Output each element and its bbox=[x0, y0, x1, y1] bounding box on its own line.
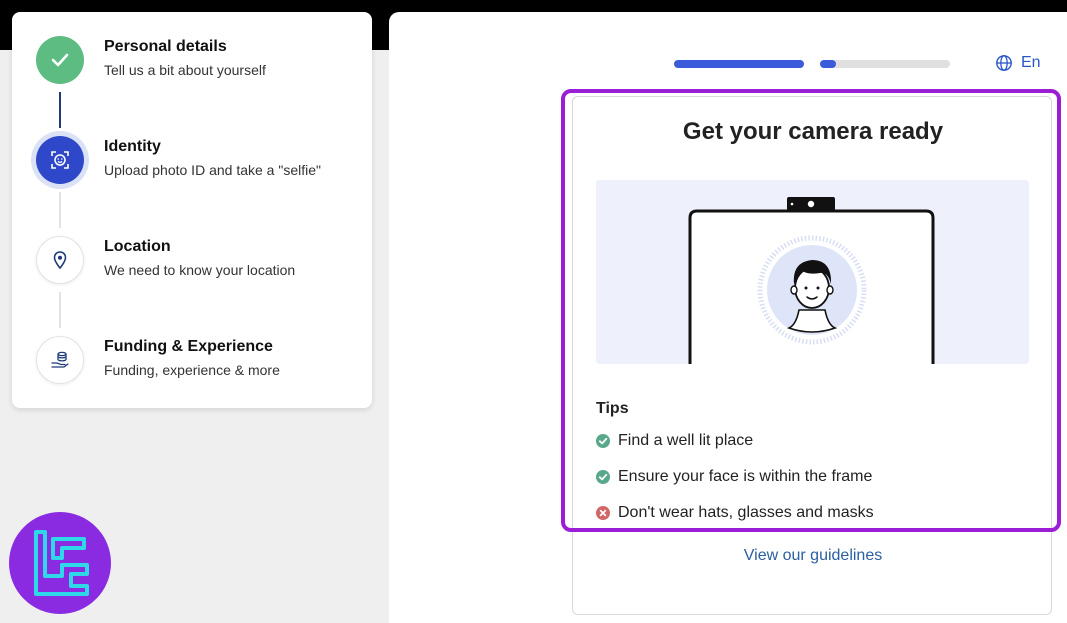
brand-logo-icon bbox=[34, 530, 89, 596]
step-subtitle: Funding, experience & more bbox=[104, 362, 280, 378]
step-subtitle: We need to know your location bbox=[104, 262, 296, 278]
tip-text: Ensure your face is within the frame bbox=[618, 468, 873, 485]
step-personal-details[interactable]: Personal details Tell us a bit about you… bbox=[36, 36, 356, 96]
laptop-selfie-illustration bbox=[688, 197, 935, 364]
tip-item: Don't wear hats, glasses and masks bbox=[596, 504, 874, 522]
camera-ready-card: Get your camera ready Tips Find a well l… bbox=[572, 96, 1052, 615]
steps-card: Personal details Tell us a bit about you… bbox=[12, 12, 372, 408]
tip-text: Don't wear hats, glasses and masks bbox=[618, 504, 874, 521]
face-scan-icon bbox=[51, 151, 69, 169]
step-connector bbox=[59, 92, 61, 128]
step-title: Funding & Experience bbox=[104, 338, 273, 355]
progress-bar-1 bbox=[674, 60, 804, 68]
globe-icon bbox=[996, 55, 1012, 71]
progress-fill bbox=[674, 60, 804, 68]
progress-bar-2 bbox=[820, 60, 950, 68]
language-selector[interactable]: En bbox=[995, 54, 1041, 72]
step-funding-experience[interactable]: Funding & Experience Funding, experience… bbox=[36, 336, 356, 396]
step-status-pending bbox=[36, 236, 84, 284]
tip-item: Find a well lit place bbox=[596, 432, 753, 450]
step-identity[interactable]: Identity Upload photo ID and take a "sel… bbox=[36, 136, 356, 196]
step-connector bbox=[59, 192, 61, 228]
progress-fill bbox=[820, 60, 836, 68]
coins-hand-icon bbox=[51, 351, 69, 368]
tips-heading: Tips bbox=[596, 400, 629, 417]
step-location[interactable]: Location We need to know your location bbox=[36, 236, 356, 296]
language-label: En bbox=[1021, 54, 1041, 71]
step-status-pending bbox=[36, 336, 84, 384]
x-circle-icon bbox=[596, 506, 610, 520]
brand-logo bbox=[9, 512, 111, 614]
progress-track bbox=[820, 60, 950, 68]
check-circle-icon bbox=[596, 434, 610, 448]
step-connector bbox=[59, 292, 61, 328]
check-icon bbox=[51, 53, 69, 67]
step-title: Identity bbox=[104, 138, 161, 155]
card-title: Get your camera ready bbox=[682, 118, 944, 145]
location-pin-icon bbox=[53, 251, 67, 270]
tip-text: Find a well lit place bbox=[618, 432, 754, 449]
tip-item: Ensure your face is within the frame bbox=[596, 468, 872, 486]
step-title: Location bbox=[104, 238, 171, 255]
camera-illustration bbox=[596, 180, 1029, 364]
check-circle-icon bbox=[596, 470, 610, 484]
top-bar-strip bbox=[389, 0, 1067, 12]
view-guidelines-link[interactable]: View our guidelines bbox=[573, 547, 1053, 565]
step-status-done bbox=[36, 36, 84, 84]
step-status-active bbox=[36, 136, 84, 184]
step-subtitle: Tell us a bit about yourself bbox=[104, 62, 266, 78]
step-subtitle: Upload photo ID and take a "selfie" bbox=[104, 162, 321, 178]
step-title: Personal details bbox=[104, 38, 227, 55]
